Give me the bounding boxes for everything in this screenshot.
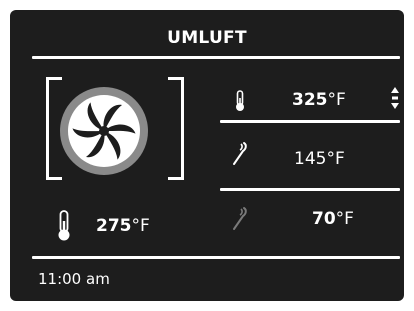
setpoint-temp-3[interactable]: 70°F — [312, 209, 354, 229]
divider-right-1 — [220, 120, 400, 123]
oven-temperature: 275°F — [96, 216, 150, 236]
fan-bracket-right — [168, 77, 184, 180]
clock-time: 11:00 am — [38, 270, 110, 288]
divider-top — [32, 56, 400, 59]
setpoint-temp-1[interactable]: 325°F — [292, 90, 346, 110]
divider-bottom — [32, 256, 400, 259]
convection-fan-icon[interactable] — [54, 81, 154, 181]
thermometer-icon — [236, 90, 244, 111]
meat-probe-icon-dim[interactable] — [230, 206, 248, 232]
divider-right-2 — [220, 188, 400, 191]
meat-probe-icon[interactable] — [230, 141, 248, 167]
thermometer-icon-large — [58, 210, 70, 241]
up-down-arrows-icon[interactable] — [390, 86, 400, 110]
setpoint-temp-2[interactable]: 145°F — [294, 149, 345, 169]
mode-title: UMLUFT — [167, 28, 247, 48]
oven-display: UMLUFT 325°F 145°F 70°F 275°F 11:00 am — [10, 10, 404, 301]
